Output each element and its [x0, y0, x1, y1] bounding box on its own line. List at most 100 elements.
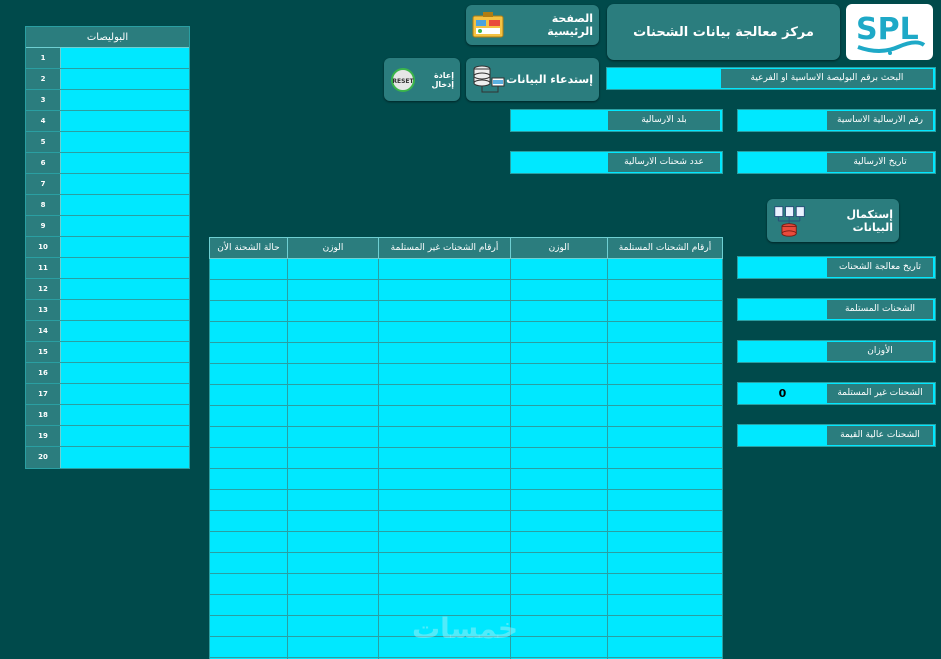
- table-cell[interactable]: [287, 405, 379, 427]
- table-cell[interactable]: [607, 363, 723, 385]
- table-cell[interactable]: [209, 258, 288, 280]
- table-cell[interactable]: [378, 552, 511, 574]
- table-cell[interactable]: [510, 468, 608, 490]
- table-cell[interactable]: [607, 615, 723, 637]
- table-cell[interactable]: [378, 426, 511, 448]
- table-cell[interactable]: [510, 363, 608, 385]
- policy-cell[interactable]: [61, 321, 189, 341]
- policy-cell[interactable]: [61, 279, 189, 299]
- table-cell[interactable]: [209, 363, 288, 385]
- table-cell[interactable]: [510, 615, 608, 637]
- table-cell[interactable]: [287, 321, 379, 343]
- table-cell[interactable]: [209, 594, 288, 616]
- table-cell[interactable]: [607, 594, 723, 616]
- table-cell[interactable]: [209, 489, 288, 511]
- table-cell[interactable]: [510, 489, 608, 511]
- table-cell[interactable]: [378, 258, 511, 280]
- table-cell[interactable]: [378, 573, 511, 595]
- table-cell[interactable]: [510, 342, 608, 364]
- table-cell[interactable]: [378, 321, 511, 343]
- table-cell[interactable]: [287, 279, 379, 301]
- table-cell[interactable]: [510, 258, 608, 280]
- table-cell[interactable]: [209, 426, 288, 448]
- table-cell[interactable]: [378, 468, 511, 490]
- reset-button[interactable]: إعادة إدخال RESET: [384, 58, 460, 101]
- policy-cell[interactable]: [61, 195, 189, 215]
- table-cell[interactable]: [287, 552, 379, 574]
- table-cell[interactable]: [287, 363, 379, 385]
- table-cell[interactable]: [287, 531, 379, 553]
- policy-cell[interactable]: [61, 363, 189, 383]
- table-cell[interactable]: [378, 300, 511, 322]
- policy-cell[interactable]: [61, 237, 189, 257]
- table-cell[interactable]: [378, 531, 511, 553]
- table-cell[interactable]: [510, 552, 608, 574]
- table-cell[interactable]: [287, 426, 379, 448]
- table-cell[interactable]: [378, 342, 511, 364]
- table-cell[interactable]: [209, 300, 288, 322]
- home-button[interactable]: الصفحة الرئيسية: [466, 5, 599, 45]
- table-cell[interactable]: [378, 447, 511, 469]
- table-cell[interactable]: [607, 510, 723, 532]
- table-cell[interactable]: [209, 615, 288, 637]
- table-cell[interactable]: [510, 447, 608, 469]
- table-cell[interactable]: [510, 531, 608, 553]
- table-cell[interactable]: [510, 405, 608, 427]
- table-cell[interactable]: [209, 636, 288, 658]
- table-cell[interactable]: [607, 384, 723, 406]
- table-cell[interactable]: [607, 468, 723, 490]
- table-cell[interactable]: [510, 279, 608, 301]
- policy-cell[interactable]: [61, 69, 189, 89]
- table-cell[interactable]: [287, 300, 379, 322]
- table-cell[interactable]: [607, 342, 723, 364]
- processing-date-field[interactable]: تاريخ معالجة الشحنات: [737, 256, 936, 279]
- table-cell[interactable]: [510, 573, 608, 595]
- table-cell[interactable]: [607, 636, 723, 658]
- table-cell[interactable]: [287, 447, 379, 469]
- table-cell[interactable]: [378, 384, 511, 406]
- policy-cell[interactable]: [61, 90, 189, 110]
- table-cell[interactable]: [607, 300, 723, 322]
- table-cell[interactable]: [209, 573, 288, 595]
- table-cell[interactable]: [287, 510, 379, 532]
- shipment-date-field[interactable]: تاريخ الارسالية: [737, 151, 936, 174]
- table-cell[interactable]: [510, 636, 608, 658]
- policy-cell[interactable]: [61, 426, 189, 446]
- table-cell[interactable]: [607, 552, 723, 574]
- table-cell[interactable]: [378, 363, 511, 385]
- table-cell[interactable]: [287, 384, 379, 406]
- table-cell[interactable]: [287, 468, 379, 490]
- policy-cell[interactable]: [61, 384, 189, 404]
- table-cell[interactable]: [287, 594, 379, 616]
- policy-cell[interactable]: [61, 48, 189, 68]
- table-cell[interactable]: [607, 573, 723, 595]
- table-cell[interactable]: [209, 510, 288, 532]
- table-cell[interactable]: [378, 279, 511, 301]
- table-cell[interactable]: [607, 321, 723, 343]
- table-cell[interactable]: [287, 615, 379, 637]
- table-cell[interactable]: [510, 321, 608, 343]
- policy-cell[interactable]: [61, 174, 189, 194]
- table-cell[interactable]: [287, 489, 379, 511]
- table-cell[interactable]: [607, 405, 723, 427]
- table-cell[interactable]: [607, 489, 723, 511]
- table-cell[interactable]: [209, 531, 288, 553]
- table-cell[interactable]: [607, 447, 723, 469]
- received-field[interactable]: الشحنات المستلمة: [737, 298, 936, 321]
- not-received-field[interactable]: الشحنات غير المستلمة 0: [737, 382, 936, 405]
- weights-field[interactable]: الأوزان: [737, 340, 936, 363]
- table-cell[interactable]: [510, 510, 608, 532]
- table-cell[interactable]: [607, 426, 723, 448]
- policy-cell[interactable]: [61, 132, 189, 152]
- policy-cell[interactable]: [61, 300, 189, 320]
- fetch-data-button[interactable]: إستدعاء البيانات: [466, 58, 599, 101]
- shipment-count-field[interactable]: عدد شحنات الارسالية: [510, 151, 723, 174]
- table-cell[interactable]: [287, 342, 379, 364]
- complete-data-button[interactable]: إستكمال البيانات: [767, 199, 899, 242]
- policy-cell[interactable]: [61, 258, 189, 278]
- table-cell[interactable]: [209, 468, 288, 490]
- table-cell[interactable]: [287, 573, 379, 595]
- search-bar[interactable]: البحث برقم البوليصة الاساسية او الفرعية: [606, 67, 936, 90]
- table-cell[interactable]: [378, 405, 511, 427]
- table-cell[interactable]: [510, 384, 608, 406]
